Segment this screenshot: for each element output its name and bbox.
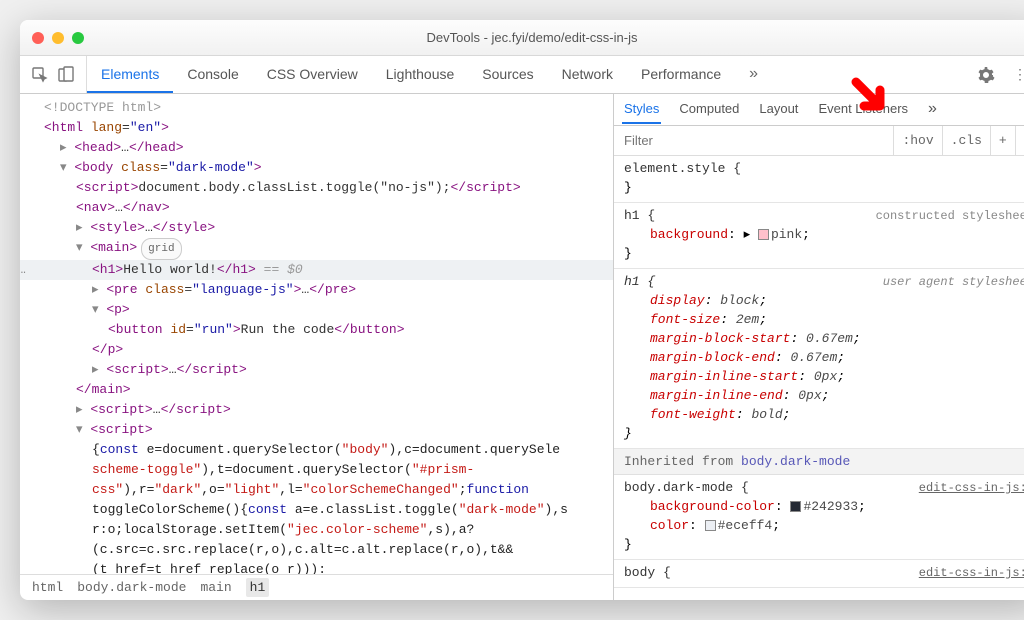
tab-elements[interactable]: Elements [87, 56, 173, 93]
color-swatch-icon[interactable] [790, 501, 801, 512]
gear-icon[interactable] [976, 65, 996, 85]
devtools-window: DevTools - jec.fyi/demo/edit-css-in-js E… [20, 20, 1024, 600]
rule-link-body-dark[interactable]: edit-css-in-js:1 [919, 479, 1024, 498]
rule-link-constructed[interactable]: constructed stylesheet [876, 207, 1024, 226]
titlebar: DevTools - jec.fyi/demo/edit-css-in-js [20, 20, 1024, 56]
tab-css-overview[interactable]: CSS Overview [253, 56, 372, 93]
crumb-html[interactable]: html [32, 580, 63, 595]
elements-panel: <!DOCTYPE html> <html lang="en"> <head>…… [20, 94, 614, 600]
stab-styles[interactable]: Styles [622, 95, 661, 124]
grid-badge[interactable]: grid [141, 238, 181, 260]
tab-sources[interactable]: Sources [468, 56, 547, 93]
color-swatch-icon[interactable] [758, 229, 769, 240]
styles-panel: Styles Computed Layout Event Listeners »… [614, 94, 1024, 600]
tab-performance[interactable]: Performance [627, 56, 735, 93]
panel-tabs: Elements Console CSS Overview Lighthouse… [87, 56, 962, 93]
crumb-h1[interactable]: h1 [246, 578, 270, 597]
rule-h1-constructed[interactable]: constructed stylesheet h1 { background: … [614, 203, 1024, 269]
tab-console[interactable]: Console [173, 56, 252, 93]
stab-computed[interactable]: Computed [677, 95, 741, 124]
rule-body[interactable]: edit-css-in-js:1 body { [614, 560, 1024, 588]
device-icon[interactable] [56, 65, 76, 85]
inherited-header: Inherited from body.dark-mode [614, 449, 1024, 475]
color-swatch-icon[interactable] [705, 520, 716, 531]
crumb-body[interactable]: body.dark-mode [77, 580, 186, 595]
rule-link-ua: user agent stylesheet [883, 273, 1024, 292]
stabs-overflow-icon[interactable]: » [926, 94, 939, 126]
rule-h1-ua[interactable]: user agent stylesheet h1 { display: bloc… [614, 269, 1024, 449]
tab-network[interactable]: Network [548, 56, 627, 93]
inspect-icon[interactable] [30, 65, 50, 85]
stab-layout[interactable]: Layout [757, 95, 800, 124]
cls-toggle[interactable]: .cls [942, 126, 990, 155]
rule-element-style[interactable]: element.style { } [614, 156, 1024, 203]
breadcrumb: html body.dark-mode main h1 [20, 574, 613, 600]
dom-tree[interactable]: <!DOCTYPE html> <html lang="en"> <head>…… [20, 94, 613, 574]
tab-lighthouse[interactable]: Lighthouse [372, 56, 469, 93]
rule-link-body[interactable]: edit-css-in-js:1 [919, 564, 1024, 583]
kebab-icon[interactable]: ⋮ [1010, 65, 1024, 85]
doctype: <!DOCTYPE html> [44, 100, 161, 115]
styles-filter-input[interactable] [614, 133, 893, 148]
window-title: DevTools - jec.fyi/demo/edit-css-in-js [20, 30, 1024, 45]
sidebar-toggle-icon[interactable]: ◨ [1015, 126, 1024, 155]
crumb-main[interactable]: main [200, 580, 231, 595]
new-rule-icon[interactable]: + [990, 126, 1015, 155]
selected-node[interactable]: <h1>Hello world!</h1> [20, 260, 613, 280]
rule-body-dark[interactable]: edit-css-in-js:1 body.dark-mode { backgr… [614, 475, 1024, 560]
style-rules: element.style { } constructed stylesheet… [614, 156, 1024, 600]
hov-toggle[interactable]: :hov [893, 126, 941, 155]
tabs-overflow-icon[interactable]: » [735, 56, 772, 93]
inherited-link[interactable]: body.dark-mode [741, 454, 850, 469]
